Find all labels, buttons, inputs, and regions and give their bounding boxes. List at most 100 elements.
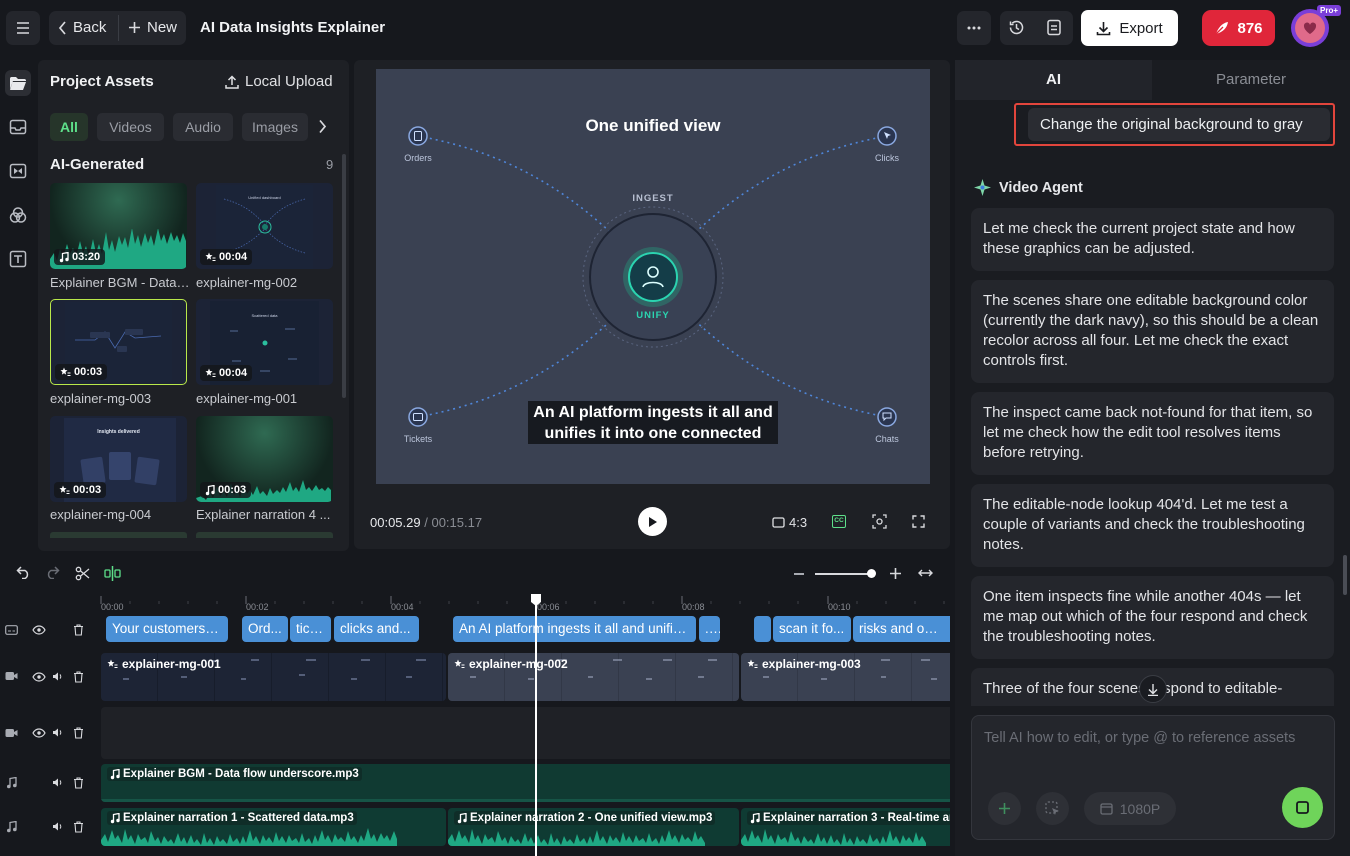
section-count: 9 [326,157,334,172]
waveform [101,828,397,846]
menu-button[interactable] [6,11,40,45]
mute-toggle[interactable] [52,821,63,832]
playhead[interactable] [530,593,542,856]
caption-clip[interactable]: scan it fo... [773,616,851,642]
redo-button[interactable] [45,566,60,579]
select-element-button[interactable] [1036,792,1069,825]
visibility-toggle[interactable] [32,728,46,738]
plus-icon [999,803,1010,814]
visibility-toggle[interactable] [32,625,46,635]
undo-button[interactable] [16,566,31,579]
asset-thumb-bgm[interactable]: 03:20 [50,183,187,269]
upload-icon [225,74,239,89]
new-button[interactable]: New [128,19,177,36]
duration-badge: 00:04 [200,249,253,265]
more-button[interactable] [957,11,991,45]
local-upload-button[interactable]: Local Upload [225,73,333,90]
audio-clip[interactable]: Explainer narration 3 - Real-time ana [741,808,950,846]
undo-icon [16,566,29,579]
mute-toggle[interactable] [52,727,63,738]
stop-generation-button[interactable] [1282,787,1323,828]
fit-timeline-button[interactable] [918,568,933,578]
asset-thumb-mg-001[interactable]: Scattered data 00:04 [196,299,333,385]
zoom-slider-track[interactable] [815,573,873,575]
delete-track-button[interactable] [73,777,84,789]
fullscreen-button[interactable] [912,515,925,528]
filter-audio[interactable]: Audio [173,113,233,141]
heart-icon [1303,22,1317,34]
plus-icon [129,22,140,33]
chat-scrollbar[interactable] [1343,555,1347,595]
aspect-ratio-button[interactable]: 4:3 [772,515,807,530]
audio-clip[interactable]: Explainer narration 2 - One unified view… [448,808,739,846]
tick-label: 00:00 [101,602,124,612]
delete-track-button[interactable] [73,727,84,739]
filter-scroll-right[interactable] [318,119,327,134]
notes-button[interactable] [1046,19,1062,36]
export-button[interactable]: Export [1081,10,1178,46]
video-canvas[interactable]: One unified view Orders Clicks Tickets C… [376,69,930,484]
delete-track-button[interactable] [73,821,84,833]
back-button[interactable]: Back [58,19,106,36]
play-button[interactable] [638,507,667,536]
caption-clip[interactable] [754,616,771,642]
more-assets-peek [50,532,187,538]
split-button[interactable] [75,566,90,581]
captions-toggle[interactable]: CC [832,515,846,528]
select-area-icon [1045,801,1059,815]
rail-media[interactable] [5,114,31,140]
snap-toggle[interactable] [104,566,121,581]
delete-track-button[interactable] [73,624,84,636]
clip-label: Explainer narration 2 - One unified view… [454,811,716,825]
rail-effects[interactable] [5,202,31,228]
music-icon [110,768,120,779]
add-button[interactable] [988,792,1021,825]
empty-track-area[interactable] [101,707,950,759]
assets-scrollbar[interactable] [342,154,346,398]
filter-videos[interactable]: Videos [97,113,164,141]
credits-button[interactable]: 876 [1202,10,1275,46]
video-clip[interactable]: explainer-mg-002 [448,653,739,701]
asset-thumb-mg-002[interactable]: Unified dashboard 00:04 [196,183,333,269]
asset-thumb-mg-004[interactable]: Insights delivered 00:03 [50,416,187,502]
audio-clip[interactable]: Explainer narration 1 - Scattered data.m… [101,808,446,846]
asset-thumb-narration-4[interactable]: 00:03 [196,416,333,502]
tab-parameter[interactable]: Parameter [1152,60,1350,100]
ingest-label: INGEST [632,193,674,204]
caption-clip[interactable]: tick... [290,616,331,642]
asset-thumb-mg-003[interactable]: 00:03 [50,299,187,385]
filter-images[interactable]: Images [242,113,308,141]
filter-all[interactable]: All [50,113,88,141]
zoom-out-button[interactable] [794,573,804,575]
resolution-button[interactable]: 1080P [1084,792,1176,825]
delete-track-button[interactable] [73,671,84,683]
caption-clip[interactable]: Your customers l... [106,616,228,642]
rail-text[interactable] [5,246,31,272]
rail-transitions[interactable] [5,158,31,184]
chat-input[interactable]: Tell AI how to edit, or type @ to refere… [984,730,1324,746]
zoom-in-button[interactable] [889,567,902,580]
audio-clip[interactable]: Explainer BGM - Data flow underscore.mp3 [101,764,950,802]
caption-clip[interactable]: An AI platform ingests it all and unifie… [453,616,696,642]
trash-icon [74,671,83,683]
video-clip[interactable]: explainer-mg-003 [741,653,950,701]
time-ruler[interactable]: 00:00 00:02 00:04 00:06 00:08 00:10 [100,596,950,612]
caption-clip[interactable]: Ord... [242,616,288,642]
caption-clip[interactable]: risks and oppor [853,616,950,642]
mute-toggle[interactable] [52,671,63,682]
visibility-toggle[interactable] [32,672,46,682]
tab-ai[interactable]: AI [955,60,1152,100]
ai-panel: AI Parameter Change the original backgro… [955,60,1350,856]
mute-toggle[interactable] [52,777,63,788]
speaker-icon [53,728,62,737]
video-clip[interactable]: explainer-mg-001 [101,653,446,701]
history-button[interactable] [1008,19,1025,36]
snapshot-button[interactable] [872,514,887,529]
rail-assets[interactable] [5,70,31,96]
caption-clip[interactable]: clicks and... [334,616,419,642]
caption-clip[interactable]: ... [699,616,720,642]
hamburger-icon [17,22,29,34]
scroll-to-bottom-button[interactable] [1139,675,1167,703]
project-title[interactable]: AI Data Insights Explainer [200,19,385,36]
zoom-slider-thumb[interactable] [867,569,876,578]
